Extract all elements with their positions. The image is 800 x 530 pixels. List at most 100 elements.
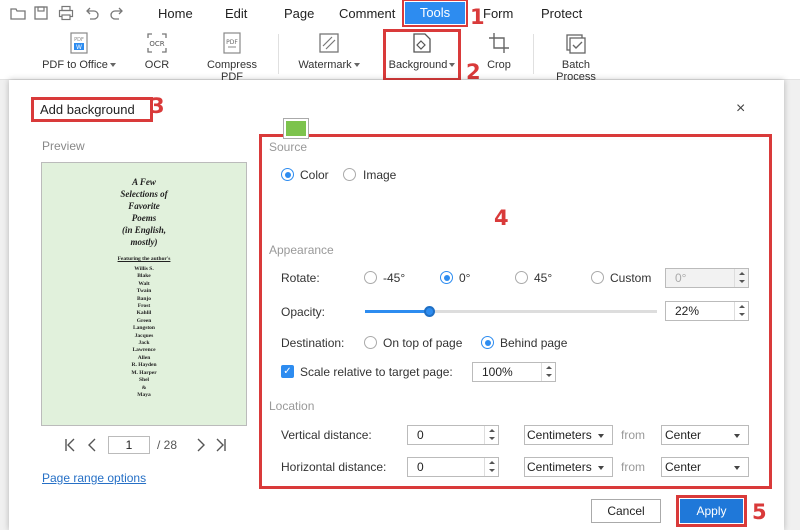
rotate-minus45-radio[interactable]: [364, 271, 377, 284]
horizontal-from-select[interactable]: Center: [661, 457, 749, 477]
preview-name-line: Walt: [138, 280, 150, 287]
compress-pdf-icon: PDF: [223, 32, 241, 54]
svg-text:PDF: PDF: [74, 37, 84, 43]
opacity-stepper[interactable]: [734, 302, 748, 320]
pdf-to-office-label: PDF to Office: [42, 59, 108, 71]
apply-button[interactable]: Apply: [676, 495, 747, 527]
preview-name-line: M. Harper: [131, 369, 157, 376]
batch-process-button[interactable]: Batch Process: [543, 32, 609, 83]
preview-name-line: Green: [136, 317, 152, 324]
toolbar-divider: [278, 34, 279, 74]
horizontal-from-label: from: [621, 460, 645, 474]
watermark-icon: [319, 33, 339, 53]
opacity-label: Opacity:: [281, 305, 326, 319]
vertical-unit-select[interactable]: Centimeters: [524, 425, 613, 445]
destination-on-top-radio[interactable]: [364, 336, 377, 349]
source-image-label: Image: [363, 168, 397, 182]
horizontal-unit-select[interactable]: Centimeters: [524, 457, 613, 477]
preview-name-line: R. Hayden: [131, 362, 157, 369]
crop-button[interactable]: Crop: [484, 32, 514, 71]
scale-stepper[interactable]: [541, 363, 555, 381]
rotate-0-label: 0°: [459, 271, 471, 285]
print-icon[interactable]: [58, 5, 74, 21]
rotate-custom-radio[interactable]: [591, 271, 604, 284]
page-preview: A Few Selections of Favorite Poems (in E…: [41, 162, 247, 426]
rotate-label: Rotate:: [281, 271, 320, 285]
watermark-button[interactable]: Watermark: [298, 32, 360, 71]
horizontal-distance-input[interactable]: 0: [407, 457, 499, 477]
close-icon[interactable]: ×: [736, 100, 745, 118]
destination-on-top-label: On top of page: [383, 336, 463, 350]
horizontal-distance-stepper[interactable]: [484, 458, 498, 476]
cancel-button[interactable]: Cancel: [591, 499, 661, 523]
last-page-icon[interactable]: [215, 438, 227, 452]
step-3-marker: 3: [150, 94, 165, 118]
step-5-marker: 5: [752, 500, 767, 524]
undo-icon[interactable]: [84, 5, 100, 21]
preview-name-line: Jacques: [134, 332, 154, 339]
open-folder-icon[interactable]: [10, 5, 26, 21]
custom-rotation-input[interactable]: 0°: [665, 268, 749, 288]
menu-page[interactable]: Page: [284, 6, 314, 21]
page-range-options-link[interactable]: Page range options: [42, 471, 146, 485]
ocr-label: OCR: [144, 59, 170, 71]
page-number-input[interactable]: 1: [108, 436, 150, 454]
swatch-fill: [286, 121, 306, 136]
first-page-icon[interactable]: [64, 438, 76, 452]
preview-name-list: Willis S. Blake Walt Twain Banjo Frost Kahlil G…: [42, 266, 246, 399]
horizontal-distance-label: Horizontal distance:: [281, 460, 387, 474]
opacity-value: 22%: [675, 304, 700, 318]
menu-home[interactable]: Home: [158, 6, 193, 21]
rotate-0-radio[interactable]: [440, 271, 453, 284]
source-color-radio[interactable]: [281, 168, 294, 181]
step-1-marker: 1: [470, 5, 485, 29]
ocr-button[interactable]: OCR OCR: [140, 32, 174, 71]
menu-edit[interactable]: Edit: [225, 6, 247, 21]
scale-value: 100%: [482, 365, 513, 379]
rotate-45-radio[interactable]: [515, 271, 528, 284]
opacity-input[interactable]: 22%: [665, 301, 749, 321]
vertical-unit-value: Centimeters: [527, 428, 592, 442]
scale-input[interactable]: 100%: [472, 362, 556, 382]
appearance-heading: Appearance: [269, 243, 334, 257]
vertical-distance-input[interactable]: 0: [407, 425, 499, 445]
background-highlight: [383, 29, 461, 81]
destination-label: Destination:: [281, 336, 345, 350]
rotate-custom-label: Custom: [610, 271, 652, 285]
opacity-slider[interactable]: [365, 306, 657, 317]
source-image-radio[interactable]: [343, 168, 356, 181]
scale-checkbox[interactable]: ✓: [281, 365, 294, 378]
vertical-distance-stepper[interactable]: [484, 426, 498, 444]
preview-name-line: Willis S.: [134, 266, 154, 272]
previous-page-icon[interactable]: [87, 438, 97, 452]
preview-name-line: Langston: [132, 325, 155, 332]
pdf-to-word-icon: PDFW: [70, 32, 88, 54]
destination-behind-radio[interactable]: [481, 336, 494, 349]
next-page-icon[interactable]: [196, 438, 206, 452]
preview-name-line: Maya: [137, 391, 151, 398]
preview-name-line: Blake: [137, 273, 151, 280]
horizontal-unit-value: Centimeters: [527, 460, 592, 474]
vertical-distance-value: 0: [417, 428, 424, 442]
menu-comment[interactable]: Comment: [339, 6, 395, 21]
preview-name-line: Shel: [138, 377, 150, 384]
svg-text:PDF: PDF: [226, 39, 238, 46]
vertical-from-select[interactable]: Center: [661, 425, 749, 445]
pdf-to-office-button[interactable]: PDF W PDF to Office: [42, 32, 116, 71]
compress-pdf-button[interactable]: PDF Compress PDF: [196, 32, 268, 83]
menu-tools[interactable]: Tools: [402, 0, 468, 27]
preview-label: Preview: [42, 139, 85, 153]
menu-bar: Home Edit Page Comment Tools Form Protec…: [0, 0, 800, 28]
app-window: Home Edit Page Comment Tools Form Protec…: [0, 0, 800, 530]
save-icon[interactable]: [33, 5, 49, 21]
preview-name-line: Frost: [137, 303, 151, 310]
watermark-label: Watermark: [298, 59, 352, 71]
menu-form[interactable]: Form: [483, 6, 513, 21]
redo-icon[interactable]: [109, 5, 125, 21]
horizontal-distance-value: 0: [417, 460, 424, 474]
menu-protect[interactable]: Protect: [541, 6, 582, 21]
background-color-swatch[interactable]: [283, 118, 309, 139]
opacity-slider-fill: [365, 310, 430, 313]
custom-rotation-stepper[interactable]: [734, 269, 748, 287]
preview-name-line: Banjo: [136, 295, 152, 302]
